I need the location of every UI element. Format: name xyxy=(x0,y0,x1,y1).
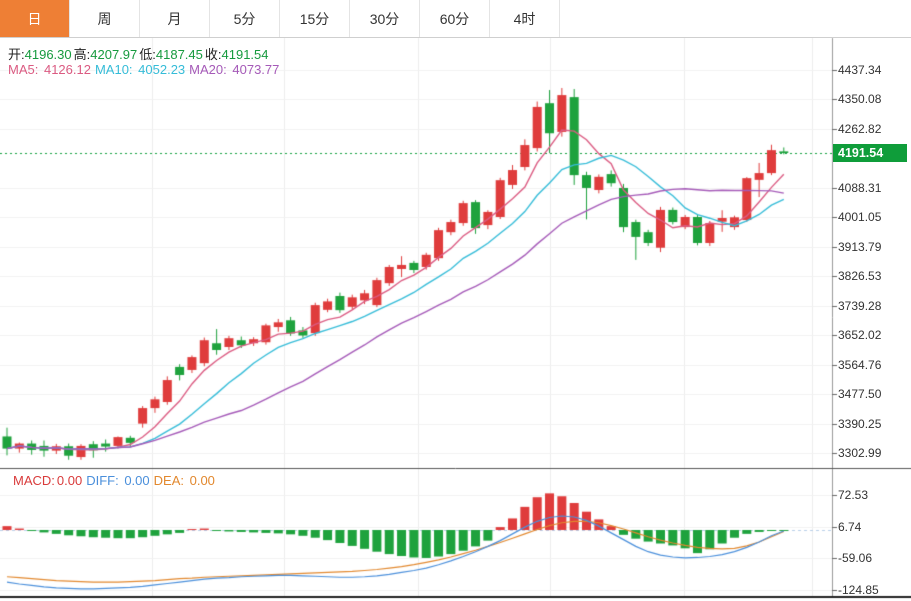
macd-tick-label: 72.53 xyxy=(838,488,868,502)
price-tick-label: 3302.99 xyxy=(838,446,881,460)
price-tick-label: 4001.05 xyxy=(838,210,881,224)
price-tick-label: 4262.82 xyxy=(838,122,881,136)
close-value: 4191.54 xyxy=(222,47,269,62)
price-tick-label: 3739.28 xyxy=(838,299,881,313)
price-tick-label: 3564.76 xyxy=(838,358,881,372)
ma5-legend: MA5: 4126.12 xyxy=(8,62,93,77)
price-tick-label: 3826.53 xyxy=(838,269,881,283)
high-value: 4207.97 xyxy=(90,47,137,62)
tab-5分[interactable]: 5分 xyxy=(210,0,280,37)
chart-canvas[interactable] xyxy=(0,0,911,601)
tab-周[interactable]: 周 xyxy=(70,0,140,37)
low-label: 低: xyxy=(139,47,156,62)
price-tick-label: 3477.50 xyxy=(838,387,881,401)
macd-tick-label: -59.06 xyxy=(838,551,872,565)
tab-月[interactable]: 月 xyxy=(140,0,210,37)
price-tick-label: 4350.08 xyxy=(838,92,881,106)
open-value: 4196.30 xyxy=(25,47,72,62)
ohlc-legend: 开:4196.30高:4207.97低:4187.45收:4191.54 xyxy=(8,44,271,63)
price-tick-label: 3652.02 xyxy=(838,328,881,342)
trading-chart-app: 日周月5分15分30分60分4时 开:4196.30高:4207.97低:418… xyxy=(0,0,911,601)
price-tick-label: 4437.34 xyxy=(838,63,881,77)
price-tick-label: 3913.79 xyxy=(838,240,881,254)
period-tab-bar: 日周月5分15分30分60分4时 xyxy=(0,0,911,38)
macd-tick-label: 6.74 xyxy=(838,520,861,534)
tab-15分[interactable]: 15分 xyxy=(280,0,350,37)
ma20-legend: MA20: 4073.77 xyxy=(189,62,281,77)
tab-日[interactable]: 日 xyxy=(0,0,70,37)
macd-tick-label: -124.85 xyxy=(838,583,879,597)
tab-30分[interactable]: 30分 xyxy=(350,0,420,37)
diff-value: DIFF: 0.00 xyxy=(86,473,151,488)
price-tick-label: 3390.25 xyxy=(838,417,881,431)
macd-value: MACD:0.00 xyxy=(13,473,84,488)
ma10-legend: MA10: 4052.23 xyxy=(95,62,187,77)
ma-legend: MA5: 4126.12MA10: 4052.23MA20: 4073.77 xyxy=(8,62,283,77)
tab-4时[interactable]: 4时 xyxy=(490,0,560,37)
low-value: 4187.45 xyxy=(156,47,203,62)
open-label: 开: xyxy=(8,47,25,62)
close-label: 收: xyxy=(205,47,222,62)
dea-value: DEA: 0.00 xyxy=(154,473,217,488)
macd-legend: MACD:0.00DIFF: 0.00DEA: 0.00 xyxy=(13,473,219,488)
price-tick-label: 4088.31 xyxy=(838,181,881,195)
high-label: 高: xyxy=(74,47,91,62)
current-price-tag: 4191.54 xyxy=(833,144,907,162)
tab-60分[interactable]: 60分 xyxy=(420,0,490,37)
